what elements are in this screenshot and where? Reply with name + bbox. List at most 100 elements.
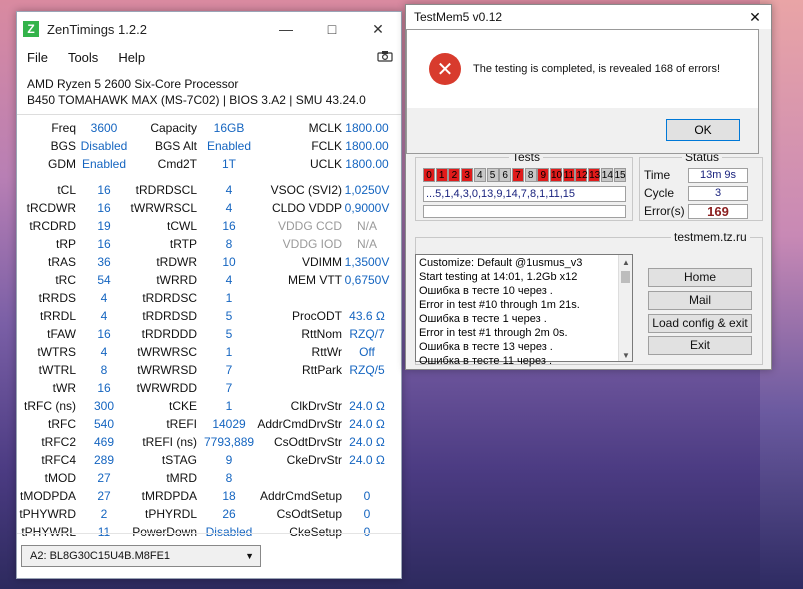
exit-button[interactable]: Exit [648,336,752,355]
timing-label: tREFI [166,417,197,431]
dimm-select[interactable]: A2: BL8G30C15U4B.M8FE1 ▼ [21,545,261,567]
timing-label: tRDRDSCL [135,183,197,197]
scroll-thumb[interactable] [621,271,630,283]
error-icon: ✕ [429,53,461,85]
timing-label: tFAW [47,327,76,341]
timing-label: tRRDS [38,291,76,305]
timing-label: tRFC2 [41,435,76,449]
home-button[interactable]: Home [648,268,752,287]
timing-label: VDIMM [302,255,342,269]
timing-value: 0,6750V [344,273,390,287]
timing-value: 1800.00 [345,157,389,171]
load-config-exit-button[interactable]: Load config & exit [648,314,752,333]
timing-label: tWR [52,381,76,395]
timing-label: tCWL [167,219,197,233]
close-button[interactable]: ✕ [355,12,401,46]
test-indicator-9: 9 [537,168,550,182]
log-scrollbar[interactable]: ▲ ▼ [618,255,632,361]
errors-value: 169 [688,204,748,219]
menu-tools[interactable]: Tools [68,50,98,65]
time-label: Time [644,168,671,182]
menu-help[interactable]: Help [118,50,145,65]
minimize-button[interactable]: — [263,12,309,46]
timing-value [342,469,392,487]
timing-label: RttWr [311,345,342,359]
timing-label: tRFC4 [41,453,76,467]
timings-grid: Freq 3600 Capacity 16GB MCLK 1800.00 BGS Disabl… [17,115,401,550]
chevron-down-icon: ▼ [245,551,254,561]
timing-label: tRAS [47,255,76,269]
timing-label: AddrCmdDrvStr [257,417,342,431]
timing-label: ProcODT [291,309,342,323]
mail-button[interactable]: Mail [648,291,752,310]
time-value: 13m 9s [688,168,748,183]
timing-label: tPHYWRD [19,507,76,521]
timing-label: Cmd2T [157,157,197,171]
log-line: Error in test #10 through 1m 21s. [419,299,580,311]
timing-label: VDDG IOD [282,237,342,251]
timing-label: BGS Alt [154,139,197,153]
timing-label: MCLK [308,121,342,135]
progress-bar [423,205,626,218]
timing-value: 1,3500V [344,255,390,269]
timing-label: Capacity [150,121,197,135]
log-line: Ошибка в тесте 1 через . [419,313,547,325]
timing-label: tWRWRSD [137,363,197,377]
timing-label: tWRWRDD [136,381,197,395]
testmem-titlebar[interactable]: TestMem5 v0.12 ✕ [406,5,771,29]
timing-value: 1,0250V [344,183,390,197]
timing-value: 0 [363,489,371,503]
site-title: testmem.tz.ru [671,230,750,244]
timing-value: RZQ/5 [349,363,385,377]
test-indicator-6: 6 [499,168,512,182]
window-title: ZenTimings 1.2.2 [47,21,147,37]
zentimings-window: Z ZenTimings 1.2.2 — □ ✕ File Tools Help… [16,11,402,579]
test-indicator-1: 1 [435,168,448,182]
test-indicator-4: 4 [473,168,486,182]
scroll-up-icon[interactable]: ▲ [622,256,630,270]
testmem-close-button[interactable]: ✕ [739,9,771,26]
timing-label: FCLK [311,139,342,153]
timing-label: tRDRDSC [142,291,197,305]
timing-label: RttPark [301,363,342,377]
timing-value: 24.0 Ω [349,399,385,413]
timing-label: AddrCmdSetup [259,489,342,503]
timing-label: tWRWRSC [137,345,197,359]
ok-button[interactable]: OK [666,119,740,141]
camera-icon[interactable] [377,50,393,65]
log-line: Error in test #1 through 2m 0s. [419,327,568,339]
menu-file[interactable]: File [27,50,48,65]
timing-label: tWTRS [37,345,76,359]
timing-value: RZQ/7 [349,327,385,341]
test-indicator-0: 0 [423,168,435,182]
timing-label: tRFC [48,417,76,431]
timing-label: UCLK [309,157,342,171]
test-indicator-12: 12 [575,168,588,182]
timing-value: 1800.00 [345,121,389,135]
test-indicator-15: 15 [613,168,626,182]
dimm-bar: A2: BL8G30C15U4B.M8FE1 ▼ [17,533,401,579]
cycle-label: Cycle [644,186,675,200]
test-log[interactable]: Customize: Default @1usmus_v3 Start testi… [415,254,633,367]
timing-value: 24.0 Ω [349,453,385,467]
test-indicator-10: 10 [550,168,563,182]
timing-label: tMRDPDA [141,489,197,503]
board-info: B450 TOMAHAWK MAX (MS-7C02) | BIOS 3.A2 … [27,93,366,107]
timing-label: tMODPDA [19,489,76,503]
scroll-down-icon[interactable]: ▼ [622,349,630,363]
timing-label: tMRD [166,471,197,485]
timing-value: 0 [363,507,371,521]
timing-label: tWTRL [38,363,76,377]
timing-label [247,379,342,397]
timing-value [342,289,392,307]
timing-label: tRDWR [156,255,197,269]
maximize-button[interactable]: □ [309,12,355,46]
timing-value: N/A [356,219,377,233]
timing-label: tRCDRD [29,219,76,233]
cycle-value: 3 [688,186,748,201]
testmem-title: TestMem5 v0.12 [414,10,503,24]
timing-label: tREFI (ns) [142,435,197,449]
timing-value: 1800.00 [345,139,389,153]
timing-label: tRC [55,273,76,287]
zentimings-titlebar[interactable]: Z ZenTimings 1.2.2 — □ ✕ [17,12,401,46]
